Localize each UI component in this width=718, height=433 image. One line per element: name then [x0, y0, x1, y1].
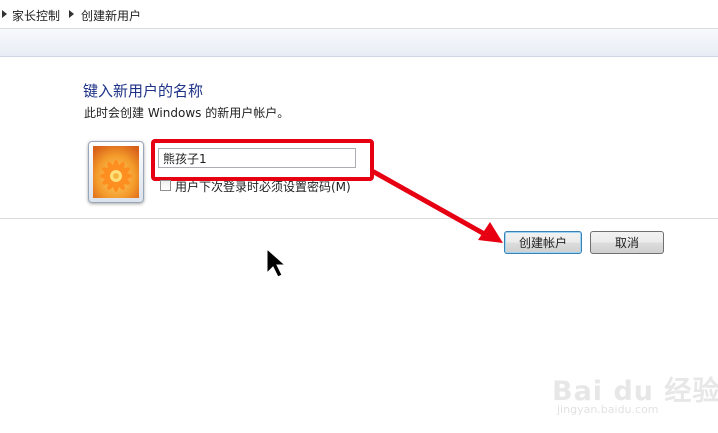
chevron-right-icon[interactable]: [2, 10, 7, 18]
divider: [0, 218, 718, 219]
mouse-pointer-icon: [266, 248, 286, 278]
require-password-label[interactable]: 用户下次登录时必须设置密码(M): [175, 178, 351, 195]
toolbar: [0, 29, 718, 57]
breadcrumb: 家长控制 创建新用户: [0, 0, 718, 29]
page-title: 键入新用户的名称: [83, 82, 204, 100]
breadcrumb-item-parental-controls[interactable]: 家长控制: [12, 7, 60, 24]
create-account-button[interactable]: 创建帐户: [504, 231, 582, 254]
page-subtitle: 此时会创建 Windows 的新用户帐户。: [84, 106, 290, 120]
require-password-checkbox[interactable]: [160, 180, 171, 191]
chevron-right-icon[interactable]: [69, 10, 74, 18]
breadcrumb-item-create-user: 创建新用户: [81, 9, 142, 23]
cancel-button[interactable]: 取消: [590, 231, 664, 254]
watermark-url: jingyan.baidu.com: [557, 403, 659, 416]
flower-avatar-icon: [93, 146, 139, 198]
user-avatar: [88, 141, 144, 203]
username-input[interactable]: [158, 148, 356, 168]
